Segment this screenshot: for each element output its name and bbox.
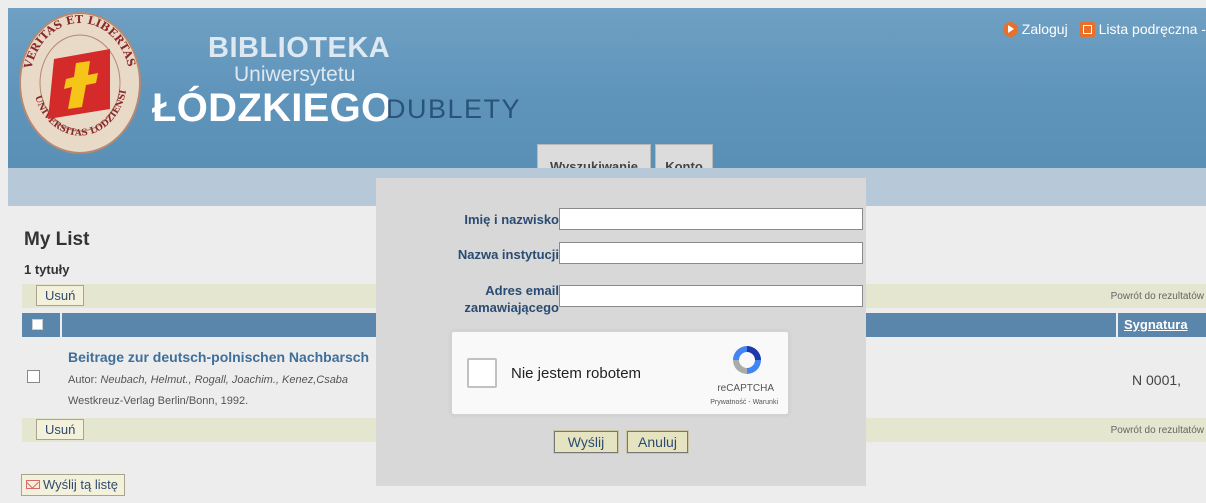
institution-field[interactable]	[559, 242, 863, 264]
list-icon	[1079, 21, 1095, 37]
item-title-link[interactable]: Beitrage zur deutsch-polnischen Nachbars…	[68, 349, 369, 365]
captcha-checkbox[interactable]	[467, 358, 497, 388]
recaptcha-widget: Nie jestem robotem reCAPTCHA Prywatność …	[451, 331, 789, 415]
cart-list-link[interactable]: Lista podręczna -	[1099, 21, 1206, 37]
select-all-cell	[24, 313, 60, 337]
remove-button[interactable]: Usuń	[36, 285, 85, 306]
captcha-label: Nie jestem robotem	[511, 365, 642, 382]
brand-name: ŁÓDZKIEGO	[152, 86, 393, 130]
envelope-icon	[26, 480, 40, 490]
top-links: Zaloguj Lista podręczna -	[1002, 20, 1206, 37]
page-title: My List	[24, 229, 90, 250]
login-link[interactable]: Zaloguj	[1022, 21, 1068, 37]
item-publisher: Westkreuz-Verlag Berlin/Bonn, 1992.	[68, 395, 249, 407]
send-list-label: Wyślij tą listę	[43, 477, 119, 492]
select-all-checkbox[interactable]	[32, 319, 43, 330]
brand-subtitle: Uniwersytetu	[234, 63, 356, 86]
recaptcha-logo-icon	[733, 346, 761, 374]
cancel-button[interactable]: Anuluj	[626, 430, 689, 454]
name-field[interactable]	[559, 208, 863, 230]
item-author-names: Neubach, Helmut., Rogall, Joachim., Kene…	[100, 374, 349, 386]
send-list-button[interactable]: Wyślij tą listę	[21, 474, 126, 496]
brand-suffix: DUBLETY	[386, 94, 522, 124]
order-dialog: Imię i nazwisko Nazwa instytucji Adres e…	[376, 178, 866, 486]
results-count: 1 tytuły	[24, 262, 70, 277]
submit-button[interactable]: Wyślij	[553, 430, 619, 454]
captcha-brand: reCAPTCHA	[717, 383, 774, 394]
name-label: Imię i nazwisko	[464, 212, 559, 227]
email-label: Adres email zamawiającego	[464, 283, 559, 315]
back-to-results-link[interactable]: Powrót do rezultatów	[1111, 291, 1204, 302]
column-signature[interactable]: Sygnatura	[1124, 317, 1188, 332]
university-seal-logo: VERITAS ET LIBERTAS UNIVERSITAS LODZIENS…	[18, 11, 141, 154]
play-icon	[1002, 21, 1018, 37]
back-to-results-link[interactable]: Powrót do rezultatów	[1111, 425, 1204, 436]
email-field[interactable]	[559, 285, 863, 307]
brand-title: BIBLIOTEKA	[208, 32, 391, 64]
remove-button[interactable]: Usuń	[36, 419, 85, 440]
item-author: Autor: Neubach, Helmut., Rogall, Joachim…	[68, 374, 349, 386]
institution-label: Nazwa instytucji	[457, 247, 559, 262]
captcha-terms-link[interactable]: Prywatność - Warunki	[710, 399, 778, 406]
item-signature: N 0001,	[1132, 372, 1182, 388]
site-header: VERITAS ET LIBERTAS UNIVERSITAS LODZIENS…	[8, 8, 1206, 176]
row-checkbox[interactable]	[27, 370, 40, 383]
